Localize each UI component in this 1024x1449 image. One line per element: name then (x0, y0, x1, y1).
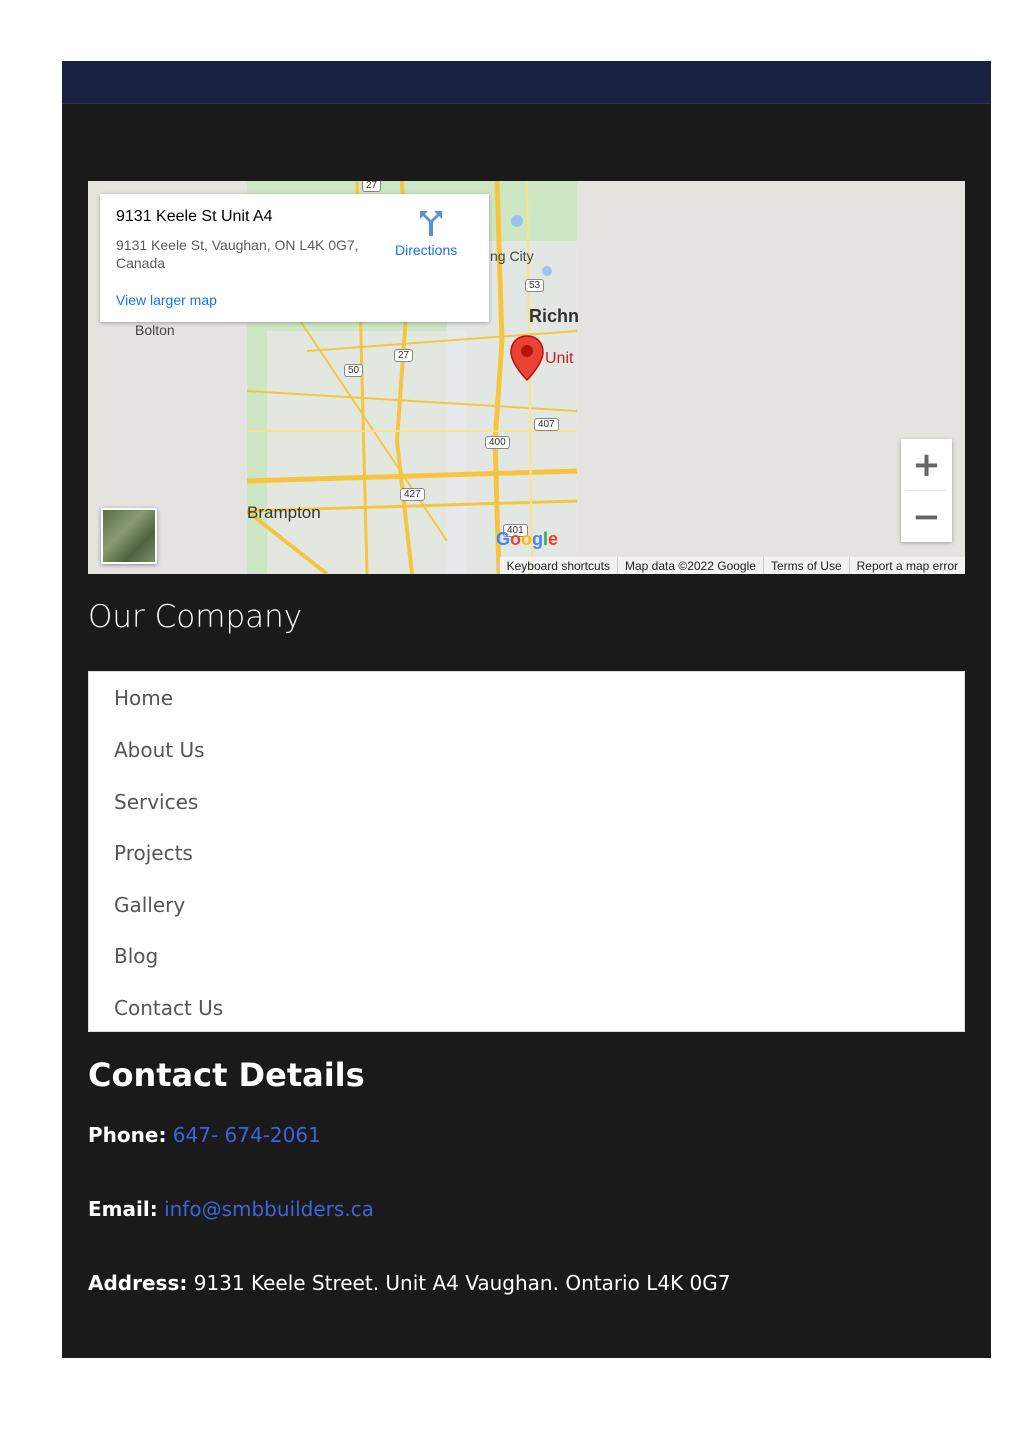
label-brampton: Brampton (247, 503, 321, 522)
label-bolton: Bolton (135, 322, 175, 338)
minus-icon: − (912, 496, 941, 537)
our-company-heading: Our Company (88, 599, 303, 635)
menu-item-projects[interactable]: Projects (114, 841, 193, 865)
route-407-shield: 407 (534, 418, 559, 431)
address-label: Address: (88, 1271, 188, 1295)
view-larger-map-link[interactable]: View larger map (116, 292, 217, 308)
directions-link[interactable]: Directions (395, 242, 457, 258)
location-pin-icon[interactable] (509, 334, 545, 386)
route-50-shield: 50 (344, 364, 364, 377)
menu-item-gallery[interactable]: Gallery (114, 893, 185, 917)
label-king-city: ng City (490, 248, 534, 264)
phone-link[interactable]: 647- 674-2061 (173, 1123, 321, 1147)
zoom-out-button[interactable]: − (901, 491, 952, 542)
place-info-card: 9131 Keele St Unit A4 9131 Keele St, Vau… (100, 194, 489, 322)
directions-icon[interactable] (416, 208, 446, 238)
place-title: 9131 Keele St Unit A4 (116, 208, 273, 225)
map-data-text: Map data ©2022 Google (617, 557, 763, 574)
embedded-map[interactable]: Bolton Brampton ng City Richn Unit 27 27… (88, 181, 965, 574)
address-value: 9131 Keele Street. Unit A4 Vaughan. Onta… (193, 1271, 731, 1295)
top-bar (62, 61, 991, 104)
route-27-top-shield: 27 (362, 181, 382, 192)
route-53-shield: 53 (525, 279, 545, 292)
google-logo: Google (496, 529, 559, 549)
route-400-shield: 400 (485, 436, 510, 449)
phone-row: Phone: 647- 674-2061 (88, 1123, 321, 1147)
place-address: 9131 Keele St, Vaughan, ON L4K 0G7, Cana… (116, 237, 359, 271)
terms-of-use-link[interactable]: Terms of Use (762, 557, 849, 574)
email-label: Email: (88, 1197, 158, 1221)
route-27-shield: 27 (394, 349, 414, 362)
phone-label: Phone: (88, 1123, 167, 1147)
label-richmond: Richn (529, 306, 580, 326)
map-attribution: Keyboard shortcuts Map data ©2022 Google… (498, 557, 965, 574)
email-link[interactable]: info@smbbuilders.ca (164, 1197, 374, 1221)
contact-details-heading: Contact Details (88, 1056, 365, 1094)
plus-icon: + (912, 444, 941, 485)
route-427-shield: 427 (400, 488, 425, 501)
menu-item-contact-us[interactable]: Contact Us (114, 996, 223, 1020)
report-map-error-link[interactable]: Report a map error (848, 557, 965, 574)
menu-item-home[interactable]: Home (114, 686, 173, 710)
label-unit: Unit (545, 350, 574, 367)
company-menu: Home About Us Services Projects Gallery … (88, 671, 965, 1032)
zoom-controls: + − (901, 439, 952, 542)
menu-item-services[interactable]: Services (114, 790, 198, 814)
address-row: Address: 9131 Keele Street. Unit A4 Vaug… (88, 1271, 731, 1295)
menu-item-blog[interactable]: Blog (114, 944, 158, 968)
zoom-in-button[interactable]: + (901, 439, 952, 490)
footer-panel: Bolton Brampton ng City Richn Unit 27 27… (62, 61, 991, 1358)
menu-item-about-us[interactable]: About Us (114, 738, 205, 762)
keyboard-shortcuts-link[interactable]: Keyboard shortcuts (498, 557, 617, 574)
satellite-toggle-button[interactable] (101, 508, 157, 564)
email-row: Email: info@smbbuilders.ca (88, 1197, 374, 1221)
